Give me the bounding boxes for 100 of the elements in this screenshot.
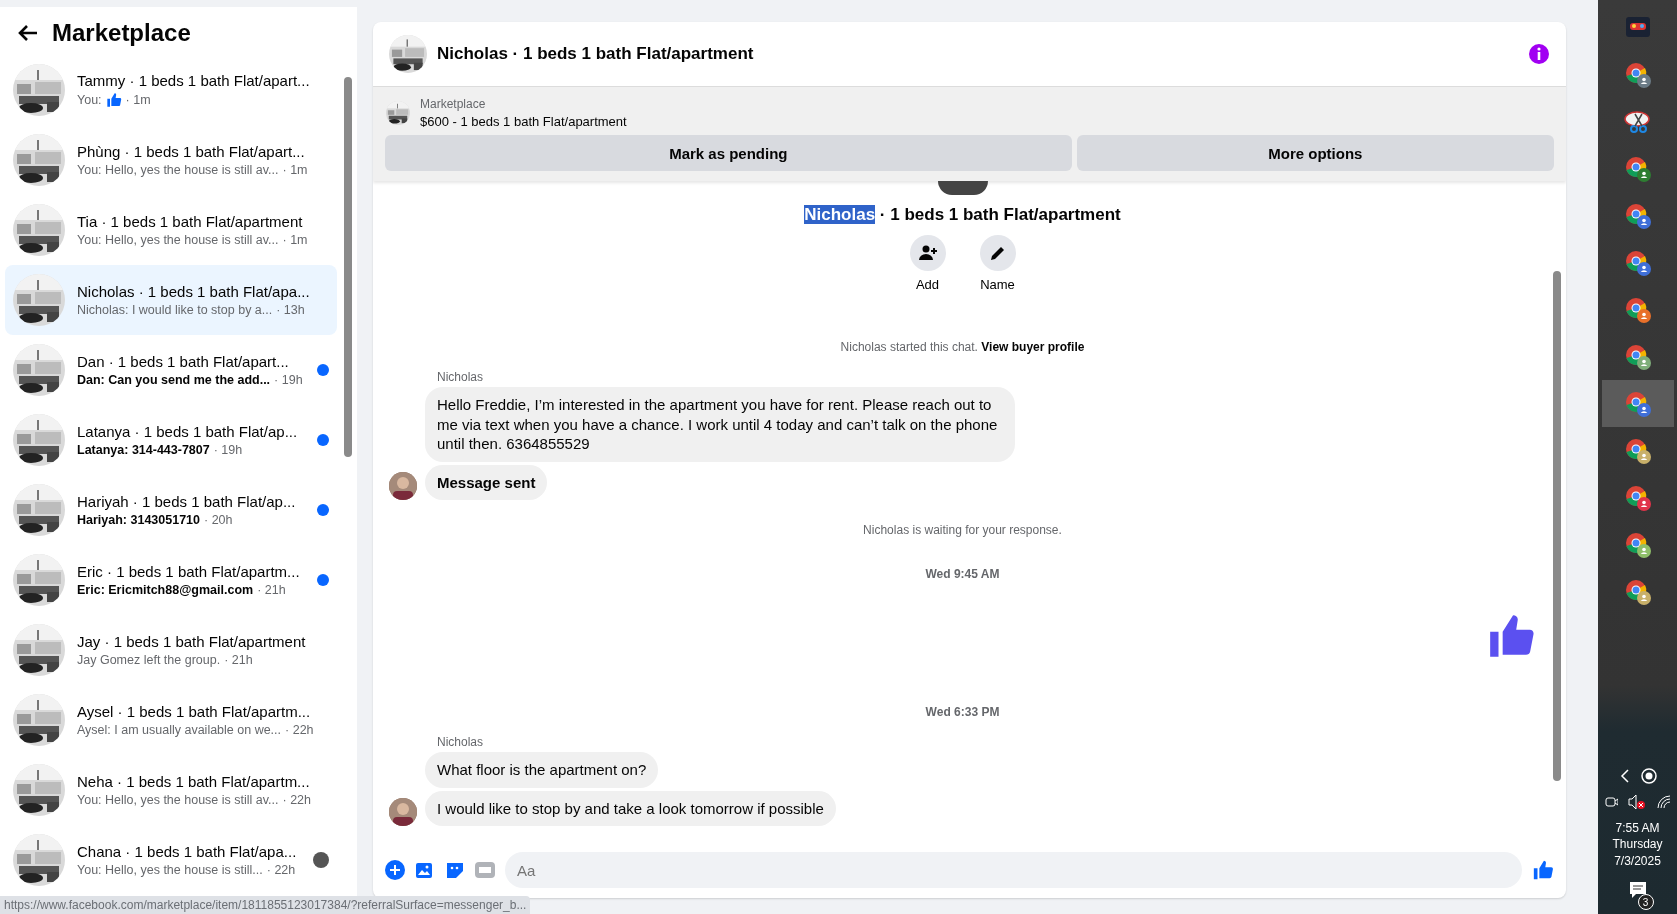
clock-date: 7/3/2025: [1614, 853, 1661, 870]
message-preview: You:: [77, 93, 102, 107]
unread-dot: [317, 504, 329, 516]
browser-icon: [1624, 249, 1651, 276]
message-time: · 21h: [224, 653, 253, 667]
conversation-item[interactable]: Aysel · 1 beds 1 bath Flat/apartm... Aysel: I am usually available on we... · 22h: [5, 685, 337, 755]
conversation-item[interactable]: Latanya · 1 beds 1 bath Flat/ap... Latanya: 314-443-7807 · 19h: [5, 405, 337, 475]
conversation-item[interactable]: Tia · 1 beds 1 bath Flat/apartment You: Hello, yes the house is still av... · 1m: [5, 195, 337, 265]
conversation-title: Hariyah · 1 beds 1 bath Flat/ap...: [77, 493, 297, 510]
scissors-icon: [1623, 109, 1652, 134]
add-person-icon: [918, 245, 937, 261]
image-icon[interactable]: [415, 860, 435, 880]
conversation-title: Aysel · 1 beds 1 bath Flat/apartm...: [77, 703, 312, 720]
message-time: · 19h: [213, 443, 243, 457]
browser-icon: [1624, 296, 1651, 323]
conversation-title: Chana · 1 beds 1 bath Flat/apa...: [77, 843, 298, 860]
message-preview: You: Hello, yes the house is still av...: [77, 793, 279, 807]
browser-icon: [1624, 484, 1651, 511]
message-timestamp: Wed 9:45 AM: [924, 567, 1001, 581]
message-bubble: Message sent: [425, 464, 548, 500]
conversation-item[interactable]: Dan · 1 beds 1 bath Flat/apart... Dan: Can you send me the add... · 19h: [5, 335, 337, 405]
conversation-title: Dan · 1 beds 1 bath Flat/apart...: [77, 353, 290, 370]
action-button[interactable]: Mark as pending: [385, 135, 1072, 171]
message-preview: Nicholas: I would like to stop by a...: [77, 303, 273, 317]
unread-dot: [317, 364, 329, 376]
sticker-icon[interactable]: [445, 860, 465, 880]
conversation-title: Latanya · 1 beds 1 bath Flat/ap...: [77, 423, 299, 440]
message-time: · 1m: [125, 93, 151, 107]
system-message: Nicholas is waiting for your response.: [862, 523, 1063, 537]
chat-title: Nicholas · 1 beds 1 bath Flat/apartment: [437, 44, 755, 64]
message-time: · 19h: [274, 373, 303, 387]
message-time: · 13h: [276, 303, 305, 317]
back-arrow-icon[interactable]: [18, 24, 38, 42]
message-time: · 21h: [257, 583, 286, 597]
notification-count: 3: [1637, 894, 1654, 910]
browser-icon: [1624, 578, 1651, 605]
conversation-item[interactable]: Chana · 1 beds 1 bath Flat/apa... You: Hello, yes the house is still... · 22h: [5, 825, 337, 895]
notification-icon[interactable]: [1627, 880, 1648, 900]
browser-icon: [1624, 390, 1651, 417]
conversation-heading: Nicholas · 1 beds 1 bath Flat/apartment: [804, 205, 1121, 225]
conversation-item[interactable]: Nicholas · 1 beds 1 bath Flat/apa... Nicholas: I would like to stop by a... · 13h: [5, 265, 337, 335]
message-preview: You: Hello, yes the house is still...: [77, 863, 263, 877]
message-bubble: Hello Freddie, I’m interested in the apartment you have for rent. Please reach out to me via text when you have a chance. I work until 4 today and can’t talk on the phone until then. 6364855529: [425, 387, 1015, 462]
info-icon[interactable]: [1528, 43, 1550, 65]
like-button[interactable]: [1532, 859, 1554, 881]
scrollbar[interactable]: [1553, 271, 1561, 781]
muted-speaker-icon[interactable]: [1627, 793, 1646, 810]
chevron-left-icon[interactable]: [1618, 767, 1631, 784]
message-preview: You: Hello, yes the house is still av...: [77, 233, 279, 247]
like-icon: [105, 92, 122, 108]
conversation-title: Jay · 1 beds 1 bath Flat/apartment: [77, 633, 307, 650]
message-preview: Dan: Can you send me the add...: [77, 373, 271, 387]
conversation-item[interactable]: Phùng · 1 beds 1 bath Flat/apart... You: Hello, yes the house is still av... · 1m: [5, 125, 337, 195]
conversation-title: Eric · 1 beds 1 bath Flat/apartm...: [77, 563, 301, 580]
conversation-title: Phùng · 1 beds 1 bath Flat/apart...: [77, 143, 306, 160]
conversation-item[interactable]: Jay · 1 beds 1 bath Flat/apartment Jay Gomez left the group. · 21h: [5, 615, 337, 685]
message-preview: Hariyah: 3143051710: [77, 513, 200, 527]
browser-icon: [1624, 437, 1651, 464]
avatar: [937, 181, 988, 195]
message-time: · 20h: [204, 513, 233, 527]
browser-icon: [1624, 531, 1651, 558]
conversation-item[interactable]: Tammy · 1 beds 1 bath Flat/apart... You: · 1m: [5, 55, 337, 125]
clock-day: Thursday: [1612, 836, 1663, 854]
message-preview: Latanya: 314-443-7807: [77, 443, 210, 457]
scrollbar[interactable]: [344, 77, 352, 457]
message-bubble: What floor is the apartment on?: [425, 752, 659, 788]
conversation-title: Nicholas · 1 beds 1 bath Flat/apa...: [77, 283, 311, 300]
message-input[interactable]: Aa: [505, 852, 1522, 888]
message-time: · 22h: [282, 793, 311, 807]
controller-icon: [1624, 15, 1651, 40]
listing-summary: $600 - 1 beds 1 bath Flat/apartment: [420, 114, 627, 129]
browser-icon: [1624, 202, 1651, 229]
unread-dot: [317, 574, 329, 586]
conversation-item[interactable]: Eric · 1 beds 1 bath Flat/apartm... Eric: Ericmitch88@gmail.com · 21h: [5, 545, 337, 615]
message-preview: You: Hello, yes the house is still av...: [77, 163, 279, 177]
conversation-item[interactable]: Hariyah · 1 beds 1 bath Flat/ap... Hariyah: 3143051710 · 20h: [5, 475, 337, 545]
conversation-title: Tammy · 1 beds 1 bath Flat/apart...: [77, 72, 311, 89]
wifi-icon[interactable]: [1655, 793, 1672, 810]
system-message: Nicholas started this chat. View buyer profile: [839, 340, 1086, 354]
message-time: · 1m: [282, 163, 308, 177]
conversation-item[interactable]: Neha · 1 beds 1 bath Flat/apartm... You: Hello, yes the house is still av... · 22h: [5, 755, 337, 825]
message-time: · 22h: [285, 723, 314, 737]
url-tooltip: https://www.facebook.com/marketplace/item/1811855123017384/?referralSurface=messenger_b...: [0, 896, 531, 914]
pencil-icon: [988, 244, 1007, 262]
conversation-title: Tia · 1 beds 1 bath Flat/apartment: [77, 213, 304, 230]
message-preview: Eric: Ericmitch88@gmail.com: [77, 583, 254, 597]
buyer-profile-link[interactable]: View buyer profile: [981, 340, 1085, 354]
browser-icon: [1624, 155, 1651, 182]
page-title: Marketplace: [52, 19, 191, 47]
plus-icon[interactable]: [385, 860, 405, 880]
message-preview: Aysel: I am usually available on we...: [77, 723, 282, 737]
listing-source: Marketplace: [420, 97, 487, 111]
message-bubble: I would like to stop by and take a look tomorrow if possible: [425, 790, 836, 826]
clock-time: 7:55 AM: [1615, 819, 1660, 837]
message-time: · 1m: [282, 233, 308, 247]
sender-name: Nicholas: [436, 370, 485, 384]
action-button[interactable]: More options: [1076, 135, 1554, 171]
message-timestamp: Wed 6:33 PM: [924, 705, 1001, 719]
message-time: · 22h: [266, 863, 296, 877]
record-icon[interactable]: [1640, 767, 1657, 784]
